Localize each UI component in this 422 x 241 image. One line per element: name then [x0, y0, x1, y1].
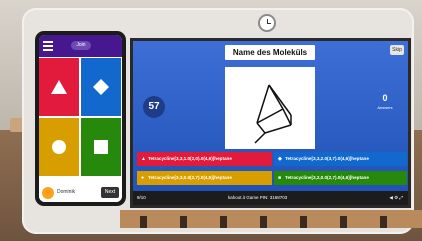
- phone-screen: Join Dominik Next: [39, 35, 122, 202]
- status-bar: 9/10 kahoot.it Game PIN: 3168703 ◀ ⚙ ⤢: [133, 191, 408, 205]
- square-icon: [94, 140, 108, 154]
- avatar: [42, 187, 54, 199]
- answer-option-yellow[interactable]: ● Tetracycline[3,3,0.0(2,7).0(4,5)]heptan…: [137, 171, 272, 185]
- square-icon: ■: [278, 175, 282, 181]
- answer-pad-blue[interactable]: [81, 58, 121, 116]
- skip-button[interactable]: Skip: [390, 45, 404, 55]
- answer-pad-red[interactable]: [39, 58, 79, 116]
- kahoot-screen: Name des Moleküls Skip 57 0 Answers ▲ Tet…: [130, 38, 411, 208]
- circle-icon: [52, 140, 66, 154]
- menu-icon[interactable]: [43, 41, 53, 51]
- molecule-image: [225, 67, 315, 149]
- answer-option-red[interactable]: ▲ Tetracycline[3,3,1.0(2,0).0(4,6)]heptan…: [137, 152, 272, 166]
- game-pin: kahoot.it Game PIN: 3168703: [228, 195, 288, 200]
- answer-pad-green[interactable]: [81, 118, 121, 176]
- circle-icon: ●: [141, 175, 145, 181]
- phone-device: Join Dominik Next: [35, 31, 126, 206]
- diamond-icon: [93, 79, 109, 95]
- join-pill[interactable]: Join: [71, 41, 91, 50]
- phone-footer: Dominik Next: [39, 184, 122, 202]
- next-button[interactable]: Next: [101, 187, 119, 198]
- answers-label: Answers: [377, 105, 393, 110]
- foreground-desks: [120, 210, 422, 228]
- triangle-icon: ▲: [141, 156, 146, 162]
- player-name: Dominik: [57, 189, 76, 195]
- control-icons[interactable]: ◀ ⚙ ⤢: [389, 191, 403, 205]
- answer-text: Tetracycline[3,2,0.0(2,7).0(4,6)]heptane: [285, 175, 369, 180]
- question-title: Name des Moleküls: [225, 45, 315, 60]
- answer-option-blue[interactable]: ◆ Tetracycline[3,3,2.0(3,7).0(4,6)]heptan…: [274, 152, 407, 166]
- triangle-icon: [51, 80, 67, 94]
- phone-header: Join: [39, 35, 122, 57]
- answer-text: Tetracycline[3,3,1.0(2,0).0(4,6)]heptane: [148, 156, 232, 161]
- answer-option-green[interactable]: ■ Tetracycline[3,2,0.0(2,7).0(4,6)]heptan…: [274, 171, 407, 185]
- answer-counter: 0 Answers: [370, 93, 400, 110]
- answer-text: Tetracycline[3,3,0.0(2,7).0(4,5)]heptane: [148, 175, 232, 180]
- answers-count: 0: [382, 93, 388, 103]
- answer-text: Tetracycline[3,3,2.0(3,7).0(4,6)]heptane: [285, 156, 369, 161]
- wall-clock-icon: [258, 14, 276, 32]
- molecule-structure-drawing: [254, 84, 292, 144]
- diamond-icon: ◆: [278, 156, 282, 162]
- question-progress: 9/10: [137, 195, 146, 200]
- timer: 57: [143, 96, 165, 118]
- answer-pad-yellow[interactable]: [39, 118, 79, 176]
